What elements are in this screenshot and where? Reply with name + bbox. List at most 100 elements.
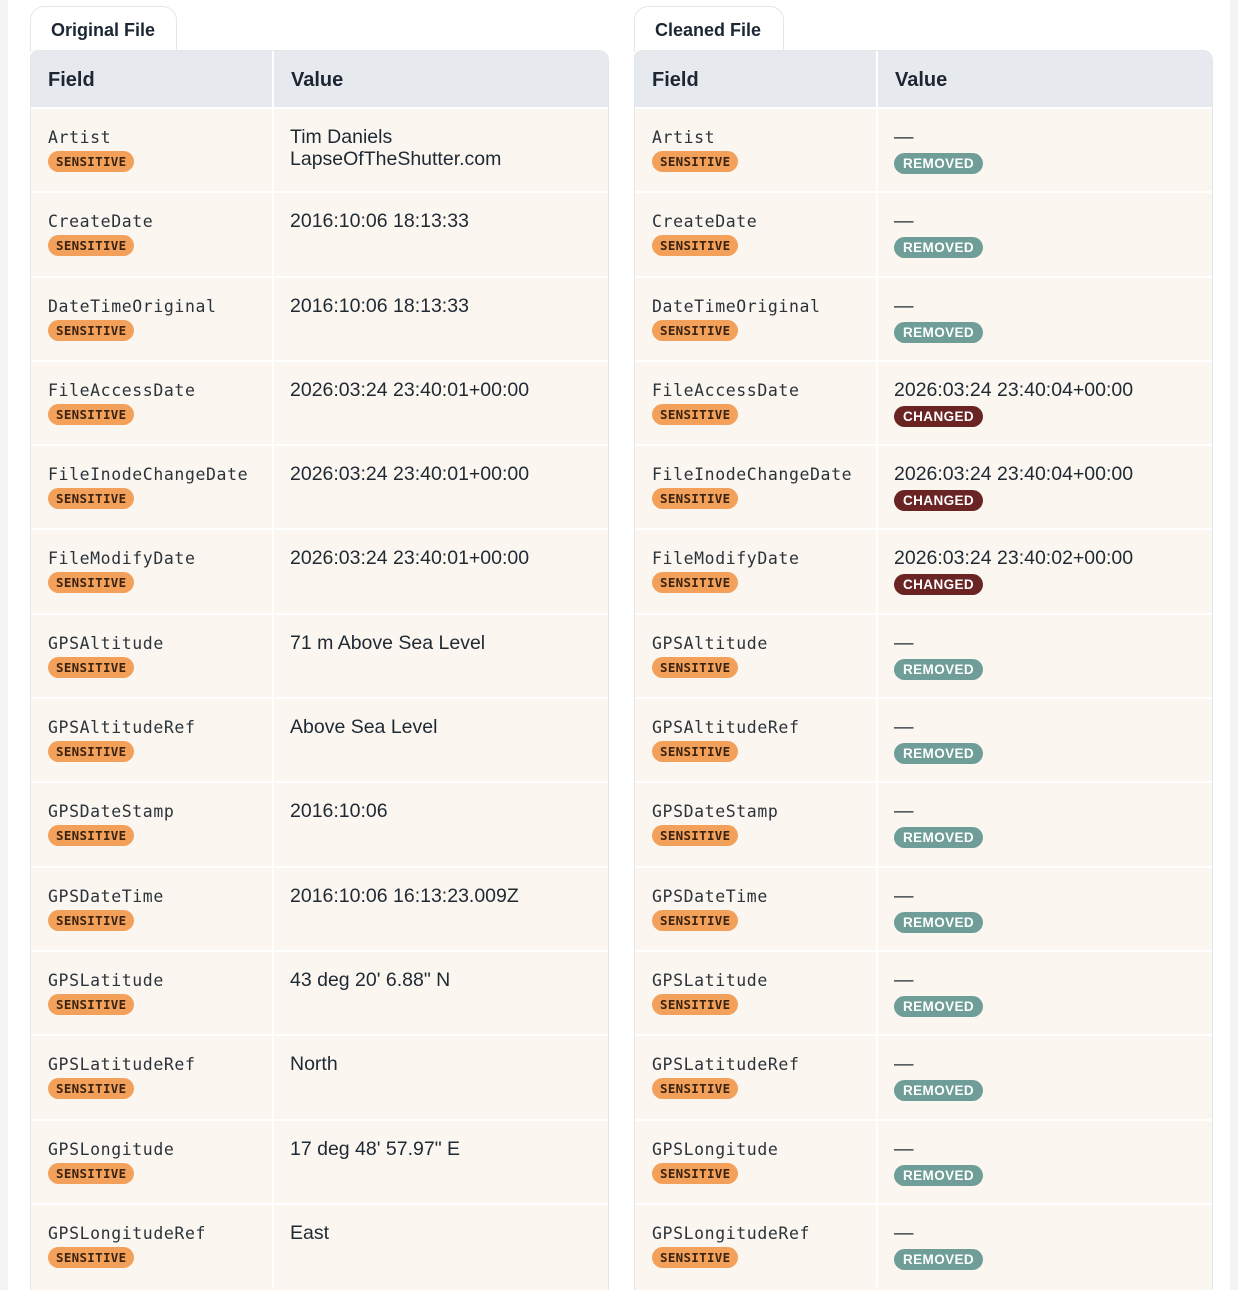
table-row: Artist SENSITIVE — REMOVED bbox=[635, 107, 1212, 192]
value-cell: 2026:03:24 23:40:01+00:00 bbox=[274, 530, 608, 612]
field-name: GPSLongitudeRef bbox=[652, 1223, 811, 1243]
sensitive-badge: SENSITIVE bbox=[48, 1162, 135, 1184]
column-header-field: Field bbox=[31, 51, 274, 107]
field-cell: GPSLatitude SENSITIVE bbox=[635, 951, 878, 1035]
sensitive-badge: SENSITIVE bbox=[652, 1078, 739, 1100]
sensitive-badge: SENSITIVE bbox=[48, 993, 135, 1015]
table-row: FileModifyDate SENSITIVE 2026:03:24 23:40:… bbox=[31, 528, 608, 613]
value-text: — bbox=[894, 884, 914, 907]
value-cell: 71 m Above Sea Level bbox=[274, 615, 608, 697]
value-cell: — REMOVED bbox=[878, 278, 1212, 360]
field-cell: GPSLongitudeRef SENSITIVE bbox=[31, 1204, 274, 1288]
value-cell: 2026:03:24 23:40:04+00:00 CHANGED bbox=[878, 362, 1212, 444]
field-cell: GPSAltitudeRef SENSITIVE bbox=[31, 699, 274, 782]
sensitive-badge: SENSITIVE bbox=[48, 488, 135, 510]
table-row: GPSAltitudeRef SENSITIVE — REMOVED bbox=[635, 697, 1212, 782]
field-name: GPSLatitudeRef bbox=[652, 1055, 800, 1075]
value-text: 2026:03:24 23:40:01+00:00 bbox=[290, 378, 530, 401]
field-name: GPSLatitude bbox=[48, 970, 164, 990]
sensitive-badge: SENSITIVE bbox=[652, 235, 739, 257]
value-text: 2016:10:06 18:13:33 bbox=[290, 294, 469, 317]
field-cell: FileInodeChangeDate SENSITIVE bbox=[31, 446, 274, 529]
table-row: GPSLatitudeRef SENSITIVE North bbox=[31, 1034, 608, 1119]
value-cell: 2026:03:24 23:40:04+00:00 CHANGED bbox=[878, 446, 1212, 528]
sensitive-badge: SENSITIVE bbox=[48, 403, 135, 425]
table-row: GPSLatitudeRef SENSITIVE — REMOVED bbox=[635, 1034, 1212, 1119]
table-row: Artist SENSITIVE Tim Daniels LapseOfTheShu… bbox=[31, 107, 608, 192]
field-cell: DateTimeOriginal SENSITIVE bbox=[31, 277, 274, 360]
column-header-value: Value bbox=[291, 69, 344, 91]
value-cell: 2016:10:06 18:13:33 bbox=[274, 193, 608, 275]
value-cell: 17 deg 48' 57.97" E bbox=[274, 1121, 608, 1203]
removed-badge: REMOVED bbox=[894, 321, 984, 343]
value-cell: 2026:03:24 23:40:01+00:00 bbox=[274, 362, 608, 444]
table-body: Artist SENSITIVE Tim Daniels LapseOfTheShu… bbox=[31, 107, 608, 1288]
field-name: FileInodeChangeDate bbox=[48, 465, 249, 485]
removed-badge: REMOVED bbox=[894, 1164, 984, 1186]
field-name: FileAccessDate bbox=[652, 380, 800, 400]
table-row: FileAccessDate SENSITIVE 2026:03:24 23:40:… bbox=[635, 359, 1212, 445]
table-row: GPSLatitude SENSITIVE 43 deg 20' 6.88" N bbox=[31, 949, 608, 1035]
tab-original-file[interactable]: Original File bbox=[30, 6, 177, 52]
value-text: — bbox=[894, 800, 914, 823]
value-cell: — REMOVED bbox=[878, 615, 1212, 697]
value-cell: — REMOVED bbox=[878, 783, 1212, 865]
sensitive-badge: SENSITIVE bbox=[48, 741, 135, 763]
sensitive-badge: SENSITIVE bbox=[48, 909, 135, 931]
cleaned-metadata-table: Field Value Artist SENSITIVE — REMOVED Creat… bbox=[634, 50, 1213, 1290]
value-cell: — REMOVED bbox=[878, 1205, 1212, 1287]
field-cell: GPSLatitudeRef SENSITIVE bbox=[635, 1036, 878, 1119]
value-text: — bbox=[894, 631, 914, 654]
changed-badge: CHANGED bbox=[894, 574, 984, 596]
field-cell: GPSLongitude SENSITIVE bbox=[635, 1120, 878, 1203]
table-row: DateTimeOriginal SENSITIVE — REMOVED bbox=[635, 275, 1212, 360]
value-text: 71 m Above Sea Level bbox=[290, 631, 486, 654]
value-text: — bbox=[894, 1221, 914, 1244]
field-cell: Artist SENSITIVE bbox=[31, 109, 274, 192]
table-row: GPSAltitudeRef SENSITIVE Above Sea Level bbox=[31, 697, 608, 782]
table-row: GPSDateStamp SENSITIVE 2016:10:06 bbox=[31, 781, 608, 866]
sensitive-badge: SENSITIVE bbox=[652, 825, 739, 847]
value-cell: — REMOVED bbox=[878, 1121, 1212, 1203]
value-cell: East bbox=[274, 1205, 608, 1287]
value-text: 17 deg 48' 57.97" E bbox=[290, 1137, 461, 1160]
sensitive-badge: SENSITIVE bbox=[48, 656, 135, 678]
field-name: GPSLatitude bbox=[652, 970, 768, 990]
tab-cleaned-file[interactable]: Cleaned File bbox=[634, 6, 784, 52]
sensitive-badge: SENSITIVE bbox=[48, 319, 135, 341]
field-name: FileInodeChangeDate bbox=[652, 465, 853, 485]
value-cell: — REMOVED bbox=[878, 1036, 1212, 1118]
field-cell: Artist SENSITIVE bbox=[635, 109, 878, 192]
table-row: GPSLongitudeRef SENSITIVE East bbox=[31, 1202, 608, 1288]
value-text: — bbox=[894, 1053, 914, 1076]
field-cell: GPSDateStamp SENSITIVE bbox=[31, 783, 274, 866]
table-row: GPSLongitude SENSITIVE 17 deg 48' 57.97" E bbox=[31, 1118, 608, 1203]
field-name: GPSLongitude bbox=[48, 1139, 175, 1159]
table-row: GPSDateStamp SENSITIVE — REMOVED bbox=[635, 781, 1212, 866]
table-row: FileInodeChangeDate SENSITIVE 2026:03:24 2… bbox=[635, 444, 1212, 529]
sensitive-badge: SENSITIVE bbox=[48, 1246, 135, 1268]
field-name: Artist bbox=[652, 128, 716, 147]
value-text: — bbox=[894, 968, 914, 991]
field-name: DateTimeOriginal bbox=[652, 296, 821, 316]
removed-badge: REMOVED bbox=[894, 743, 984, 765]
field-name: GPSDateStamp bbox=[652, 802, 779, 822]
field-name: FileAccessDate bbox=[48, 380, 196, 400]
value-text: North bbox=[290, 1053, 338, 1076]
value-cell: 2016:10:06 18:13:33 bbox=[274, 278, 608, 360]
sensitive-badge: SENSITIVE bbox=[652, 572, 739, 594]
value-cell: — REMOVED bbox=[878, 868, 1212, 950]
value-text: — bbox=[894, 1137, 914, 1160]
removed-badge: REMOVED bbox=[894, 153, 984, 174]
value-cell: Above Sea Level bbox=[274, 699, 608, 781]
field-cell: FileModifyDate SENSITIVE bbox=[31, 530, 274, 613]
field-cell: FileInodeChangeDate SENSITIVE bbox=[635, 446, 878, 529]
table-row: CreateDate SENSITIVE — REMOVED bbox=[635, 191, 1212, 276]
column-header-value: Value bbox=[895, 69, 948, 91]
value-cell: Tim Daniels LapseOfTheShutter.com bbox=[274, 109, 608, 191]
sensitive-badge: SENSITIVE bbox=[48, 825, 135, 847]
table-row: GPSLongitude SENSITIVE — REMOVED bbox=[635, 1118, 1212, 1203]
sensitive-badge: SENSITIVE bbox=[48, 151, 135, 172]
table-row: DateTimeOriginal SENSITIVE 2016:10:06 18:1… bbox=[31, 275, 608, 360]
value-text: 2016:10:06 16:13:23.009Z bbox=[290, 884, 519, 907]
